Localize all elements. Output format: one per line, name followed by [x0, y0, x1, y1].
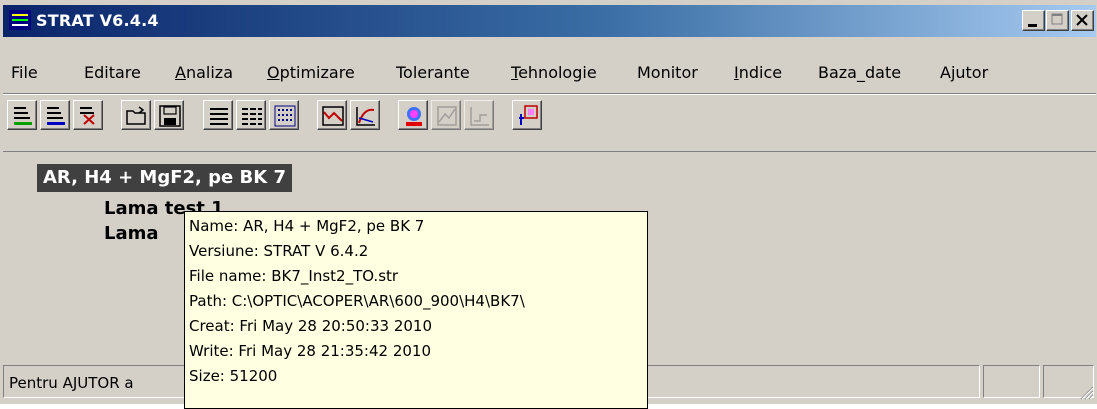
curve-plot-button[interactable] [350, 100, 380, 130]
layers-blue-icon [47, 107, 65, 125]
menu-bar: File Editare Analiza Optimizare Tolerant… [3, 59, 1096, 89]
menu-analiza[interactable]: Analiza [175, 63, 233, 82]
open-button[interactable] [121, 100, 151, 130]
layers-green-icon [14, 107, 32, 125]
list-view-button[interactable] [203, 100, 233, 130]
tooltip-created: Creat: Fri May 28 20:50:33 2010 [189, 317, 433, 335]
window-title: STRAT V6.4.4 [36, 11, 159, 30]
save-disk-icon [159, 105, 181, 127]
maximize-icon [1051, 13, 1063, 25]
menu-file[interactable]: File [11, 63, 38, 82]
menu-editare[interactable]: Editare [84, 63, 141, 82]
spectrum-chart-button[interactable] [317, 100, 347, 130]
layers-green-button[interactable] [7, 100, 37, 130]
file-info-tooltip: Name: AR, H4 + MgF2, pe BK 7 Versiune: S… [184, 211, 648, 409]
tooltip-written: Write: Fri May 28 21:35:42 2010 [189, 342, 432, 360]
open-folder-icon [126, 106, 146, 125]
list-view-icon [210, 108, 228, 125]
tooltip-version: Versiune: STRAT V 6.4.2 [189, 242, 369, 260]
status-pane-2 [983, 365, 1040, 398]
layers-delete-icon [80, 107, 95, 125]
maximize-button[interactable] [1046, 10, 1069, 31]
curve-plot-icon [356, 107, 375, 126]
tooltip-path: Path: C:\OPTIC\ACOPER\AR\600_900\H4\BK7\ [189, 292, 525, 310]
tooltip-name: Name: AR, H4 + MgF2, pe BK 7 [189, 217, 425, 235]
menu-tehnologie[interactable]: Tehnologie [511, 63, 597, 82]
menu-indice[interactable]: Indice [734, 63, 782, 82]
grid-view-button[interactable] [236, 100, 266, 130]
color-wheel-icon [406, 107, 422, 126]
menu-monitor[interactable]: Monitor [637, 63, 698, 82]
menu-optimizare[interactable]: Optimizare [267, 63, 355, 82]
layers-blue-button[interactable] [40, 100, 70, 130]
layers-delete-button[interactable] [73, 100, 103, 130]
close-button[interactable] [1071, 10, 1094, 31]
tree-item-lama[interactable]: Lama [104, 223, 159, 244]
grid-view-icon [242, 108, 262, 125]
toolbar-separator [3, 93, 1096, 95]
export-button[interactable] [512, 100, 542, 130]
disabled-chart-icon [437, 106, 457, 126]
color-wheel-button[interactable] [398, 100, 428, 130]
spectrum-chart-icon [322, 106, 344, 126]
tree-item-selected[interactable]: AR, H4 + MgF2, pe BK 7 [37, 164, 292, 192]
menu-ajutor[interactable]: Ajutor [940, 63, 988, 82]
disabled-graph-icon [470, 107, 489, 126]
menu-tolerante[interactable]: Tolerante [396, 63, 470, 82]
close-icon [1076, 14, 1088, 26]
resize-grip-icon[interactable] [1078, 384, 1094, 400]
table-view-button[interactable] [269, 100, 299, 130]
menu-baza-date[interactable]: Baza_date [818, 63, 901, 82]
title-bar[interactable]: STRAT V6.4.4 [3, 5, 1096, 37]
tooltip-size: Size: 51200 [189, 367, 278, 385]
tooltip-file-name: File name: BK7_Inst2_TO.str [189, 267, 399, 285]
disabled-chart-button[interactable] [431, 100, 461, 130]
minimize-icon [1028, 24, 1037, 27]
disabled-graph-button[interactable] [464, 100, 494, 130]
table-view-icon [274, 105, 296, 127]
export-icon [519, 105, 538, 125]
strat-app-icon [9, 10, 31, 30]
minimize-button[interactable] [1022, 10, 1045, 31]
status-help-text: Pentru AJUTOR a [9, 374, 134, 392]
app-window: STRAT V6.4.4 File Editare Analiza Optimi… [0, 0, 1097, 409]
save-button[interactable] [154, 100, 184, 130]
